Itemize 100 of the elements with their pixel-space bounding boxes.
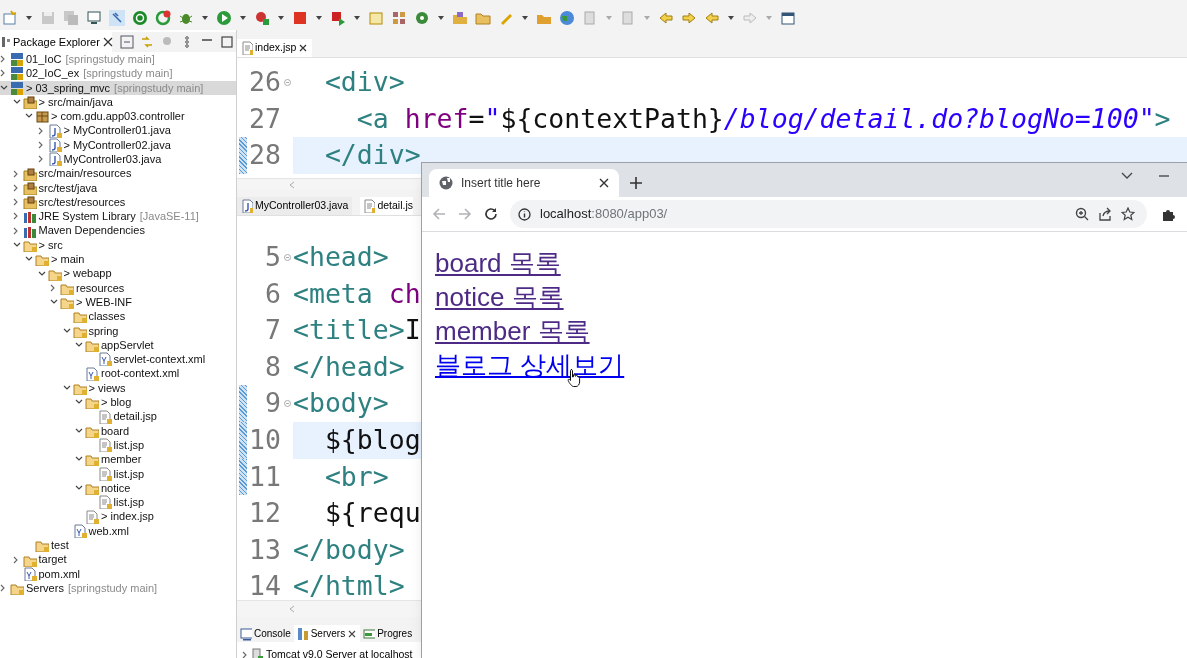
tree-item[interactable]: > views [0, 380, 236, 396]
chevron-right-icon[interactable] [12, 183, 19, 192]
tree-item[interactable]: > WEB-INF [0, 295, 236, 310]
chevron-down-icon[interactable] [75, 485, 83, 492]
open-folder-icon[interactable] [452, 10, 468, 26]
panel-tab[interactable]: Progres [360, 625, 413, 642]
tree-item[interactable]: 02_IoC_ex [springstudy main] [0, 66, 236, 81]
address-bar[interactable]: localhost:8080/app03/ [510, 200, 1147, 228]
tree-item[interactable]: > src/main/java [0, 94, 236, 110]
tree-item[interactable]: resources [0, 280, 236, 296]
chevron-down-icon[interactable] [62, 327, 71, 334]
stop-icon[interactable] [292, 10, 308, 26]
chevron-down-icon[interactable] [75, 399, 83, 406]
tree-item[interactable]: > MyController01.java [0, 123, 236, 138]
minimize-icon[interactable] [1158, 174, 1170, 178]
chevron-down-icon[interactable] [1121, 172, 1133, 180]
close-icon[interactable] [599, 178, 609, 188]
tree-item[interactable]: Maven Dependencies [0, 223, 236, 238]
tree-item[interactable]: list.jsp [0, 466, 236, 481]
chevron-right-icon[interactable] [12, 555, 19, 564]
chevron-right-icon[interactable] [12, 198, 19, 207]
tree-item[interactable]: > 03_spring_mvc [springstudy main] [0, 80, 236, 95]
globe-icon[interactable] [559, 10, 575, 26]
tree-item[interactable]: servlet-context.xml [0, 352, 236, 367]
tree-item[interactable]: src/main/resources [0, 166, 236, 181]
window-icon[interactable] [780, 10, 796, 26]
link[interactable]: member 목록 [435, 314, 590, 348]
chevron-down-icon[interactable] [25, 256, 33, 263]
maximize-icon[interactable] [220, 35, 234, 49]
chevron-down-icon[interactable] [0, 84, 8, 91]
chevron-right-icon[interactable] [12, 169, 19, 178]
arrow-left-icon[interactable] [704, 10, 720, 26]
chevron-right-icon[interactable] [0, 69, 6, 78]
chevron-right-icon[interactable] [242, 651, 248, 658]
panel-tab[interactable]: Servers [293, 625, 361, 642]
editor-tab[interactable]: index.jsp [237, 39, 313, 57]
chevron-down-icon[interactable] [25, 113, 33, 120]
tree-item[interactable]: > index.jsp [0, 509, 236, 524]
chevron-down-icon[interactable] [75, 456, 83, 463]
chevron-right-icon[interactable] [12, 212, 19, 221]
refresh-icon[interactable] [155, 10, 171, 26]
tree-item[interactable]: test [0, 538, 236, 553]
pin-icon[interactable] [109, 10, 125, 26]
tree-item[interactable]: list.jsp [0, 438, 236, 453]
editor-tab[interactable]: detail.js [360, 197, 413, 215]
close-icon[interactable] [347, 628, 358, 639]
star-icon[interactable] [1121, 207, 1135, 221]
grid-icon[interactable] [391, 10, 407, 26]
chevron-right-icon[interactable] [0, 55, 6, 64]
tree-item[interactable]: Servers [springstudy main] [0, 581, 236, 596]
arrow-right-icon[interactable] [681, 10, 697, 26]
tree-item[interactable]: src/test/resources [0, 194, 236, 210]
chevron-right-icon[interactable] [12, 226, 19, 235]
cycle-icon[interactable] [414, 10, 430, 26]
tree-item[interactable]: > blog [0, 395, 236, 410]
chevron-right-icon[interactable] [37, 155, 44, 164]
browser-tab[interactable]: Insert title here [429, 169, 619, 197]
chevron-down-icon[interactable] [12, 242, 21, 248]
chevron-right-icon[interactable] [37, 126, 44, 135]
tree-item[interactable]: > main [0, 252, 236, 267]
link[interactable]: board 목록 [435, 246, 561, 280]
server-icon[interactable] [330, 10, 346, 26]
tree-item[interactable]: spring [0, 323, 236, 338]
monitor-icon[interactable] [86, 10, 102, 26]
tree-item[interactable]: board [0, 423, 236, 438]
tree-item[interactable]: appServlet [0, 337, 236, 353]
tree-item[interactable]: src/test/java [0, 180, 236, 195]
tree-item[interactable]: notice [0, 480, 236, 496]
tree-item[interactable]: root-context.xml [0, 366, 236, 381]
tree-item[interactable]: detail.jsp [0, 409, 236, 424]
tree-item[interactable]: web.xml [0, 523, 236, 539]
tree-item[interactable]: > com.gdu.app03.controller [0, 109, 236, 124]
tree-item[interactable]: MyController03.java [0, 152, 236, 167]
panel-tab[interactable]: Console [237, 625, 294, 642]
share-icon[interactable] [1098, 207, 1112, 221]
run-tools-icon[interactable] [254, 10, 270, 26]
plus-icon[interactable] [629, 176, 643, 190]
chevron-down-icon[interactable] [75, 427, 83, 434]
arrow-left-icon[interactable] [658, 10, 674, 26]
editor-tab[interactable]: MyController03.java [237, 197, 353, 215]
tree-item[interactable]: target [0, 552, 236, 567]
close-icon[interactable] [298, 43, 309, 53]
reload-icon[interactable] [484, 207, 498, 221]
chevron-down-icon[interactable] [75, 342, 83, 349]
tree-item[interactable]: 01_IoC [springstudy main] [0, 52, 236, 67]
close-icon[interactable] [101, 36, 114, 48]
tree-item[interactable]: list.jsp [0, 495, 236, 510]
chevron-down-icon[interactable] [37, 270, 46, 277]
zoom-icon[interactable] [1075, 207, 1089, 221]
power-icon[interactable] [132, 10, 148, 26]
chevron-down-icon[interactable] [62, 384, 71, 391]
chevron-right-icon[interactable] [0, 584, 6, 593]
link[interactable]: 블로그 상세보기 [435, 348, 625, 382]
tree-item[interactable]: JRE System Library [JavaSE-11] [0, 209, 236, 224]
link[interactable]: notice 목록 [435, 280, 564, 314]
chevron-down-icon[interactable] [12, 99, 21, 106]
puzzle-icon[interactable] [1161, 207, 1175, 221]
chevron-down-icon[interactable] [50, 299, 58, 306]
tree-item[interactable]: member [0, 452, 236, 467]
tree-item[interactable]: > src [0, 237, 236, 253]
